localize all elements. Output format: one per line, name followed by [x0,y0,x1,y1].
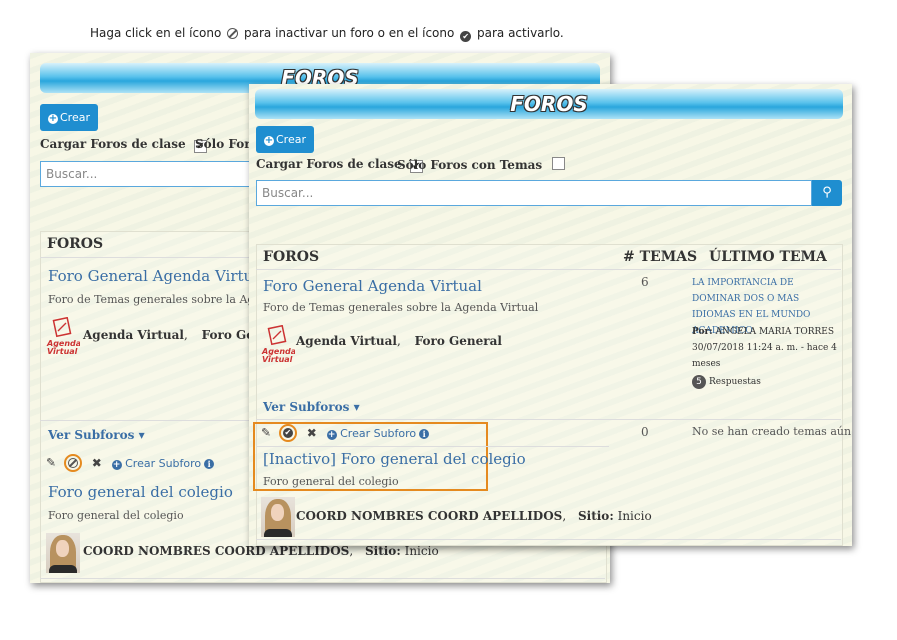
topic-count: 6 [641,275,649,289]
instruction-middle: para inactivar un foro o en el ícono [244,26,455,40]
avatar [46,533,80,573]
see-subforums-label: Ver Subforos [263,400,350,414]
divider [256,269,841,270]
site-label: Sitio: [364,544,401,558]
forum-author: COORD NOMBRES COORD APELLIDOS, Sitio: In… [296,509,652,523]
only-with-topics-checkbox[interactable] [552,157,566,170]
caret-down-icon: ▾ [138,428,145,442]
col-forums-header: FOROS [263,249,320,265]
author-name: Agenda Virtual [83,328,184,342]
site-label: Sitio: [577,509,614,523]
site-value: Inicio [617,509,652,523]
ban-icon [67,458,78,468]
by-label: Por: [692,327,713,337]
info-icon[interactable]: i [204,458,215,469]
agenda-virtual-logo: Agenda Virtual [261,324,296,364]
replies-count-badge: 5 [692,375,706,389]
col-topics-header: # TEMAS [623,249,698,265]
plus-icon: + [48,113,58,124]
site-value: Inicio [404,544,439,558]
col-last-topic-header: ÚLTIMO TEMA [709,249,827,265]
search-input[interactable]: Buscar... [256,180,812,206]
avatar [261,497,295,537]
divider [256,419,841,420]
activate-icon: ✔ [460,31,472,42]
forum-actions: ✎ ✔ ✖ + Crear Subforo i [261,424,430,442]
col-forums-header: FOROS [47,236,104,252]
forum-author: Agenda Virtual, Foro General [296,334,502,348]
last-topic-date: 30/07/2018 11:24 a. m. - hace 4 meses [692,343,837,369]
deactivate-icon [227,28,239,39]
create-subforum-link[interactable]: + Crear Subforo [111,456,202,470]
create-forum-button[interactable]: + Crear [40,104,98,131]
create-label: Crear [276,133,306,146]
plus-circle-icon: + [111,459,122,470]
delete-icon[interactable]: ✖ [307,426,317,440]
pencil-icon[interactable]: ✎ [261,426,271,440]
forum-description: Foro de Temas generales sobre la Agenda … [263,301,539,314]
see-subforums-link[interactable]: Ver Subforos ▾ [48,428,145,442]
replies: 5 Respuestas [692,374,837,390]
last-topic-author: ANGELA MARIA TORRES [715,327,835,337]
divider [257,446,609,447]
load-class-forums-label: Cargar Foros de clase ✔ [40,137,207,153]
agenda-virtual-logo: Agenda Virtual [46,316,81,356]
svg-text:Virtual: Virtual [47,347,78,355]
last-topic-meta: Por: ANGELA MARIA TORRES 30/07/2018 11:2… [692,324,837,372]
author-name: COORD NOMBRES COORD APELLIDOS [296,509,563,523]
forum-title-link[interactable]: Foro General Agenda Virtual [48,267,267,285]
instruction-before: Haga click en el ícono [90,26,222,40]
only-with-topics-text: Sólo Foros con Temas [397,158,543,172]
deactivate-button[interactable] [63,454,82,472]
activate-button[interactable]: ✔ [278,424,297,442]
forum-actions: ✎ ✖ + Crear Subforo i [46,454,215,472]
create-subforum-label: Crear Subforo [125,456,202,470]
see-subforums-label: Ver Subforos [48,428,135,442]
forum-title-link[interactable]: Foro General Agenda Virtual [263,277,482,295]
forum-title-link[interactable]: Foro general del colegio [48,483,233,501]
no-topics-message: No se han creado temas aún [692,425,852,438]
replies-label: Respuestas [709,377,761,387]
search-icon: ⚲ [822,185,832,200]
instruction-text: Haga click en el ícono para inactivar un… [90,26,564,42]
plus-circle-icon: + [326,429,337,440]
forum-description: Foro general del colegio [263,475,399,488]
delete-icon[interactable]: ✖ [92,456,102,470]
only-with-topics-label: Sólo Foros con Temas [397,157,566,172]
create-forum-button[interactable]: + Crear [256,126,314,153]
svg-text:Virtual: Virtual [262,355,293,363]
author-name: COORD NOMBRES COORD APELLIDOS [83,544,350,558]
divider [256,539,841,540]
forum-author: Agenda Virtual, Foro Gener [83,328,277,342]
forum-description: Foro general del colegio [48,509,184,522]
pencil-icon[interactable]: ✎ [46,456,56,470]
load-class-forums-text: Cargar Foros de clase [256,157,402,171]
author-name: Agenda Virtual [296,334,397,348]
forums-banner: FOROS [255,89,843,119]
load-class-forums-text: Cargar Foros de clase [40,137,186,151]
caret-down-icon: ▾ [353,400,360,414]
forums-panel-front: FOROS + Crear Cargar Foros de clase ✔ Sól… [249,84,852,546]
info-icon[interactable]: i [419,428,430,439]
forum-author: COORD NOMBRES COORD APELLIDOS, Sitio: In… [83,544,439,558]
see-subforums-link[interactable]: Ver Subforos ▾ [263,400,360,414]
plus-icon: + [264,135,274,146]
forum-description: Foro de Temas generales sobre la Agenda [48,293,282,306]
create-subforum-link[interactable]: + Crear Subforo [326,426,417,440]
forum-site: Foro General [414,334,502,348]
search-button[interactable]: ⚲ [812,180,842,206]
create-subforum-label: Crear Subforo [340,426,417,440]
divider [40,578,605,579]
instruction-after: para activarlo. [477,26,564,40]
check-circle-icon: ✔ [282,428,293,438]
topic-count: 0 [641,425,649,439]
create-label: Crear [60,111,90,124]
forum-title-link[interactable]: [Inactivo] Foro general del colegio [263,450,526,468]
